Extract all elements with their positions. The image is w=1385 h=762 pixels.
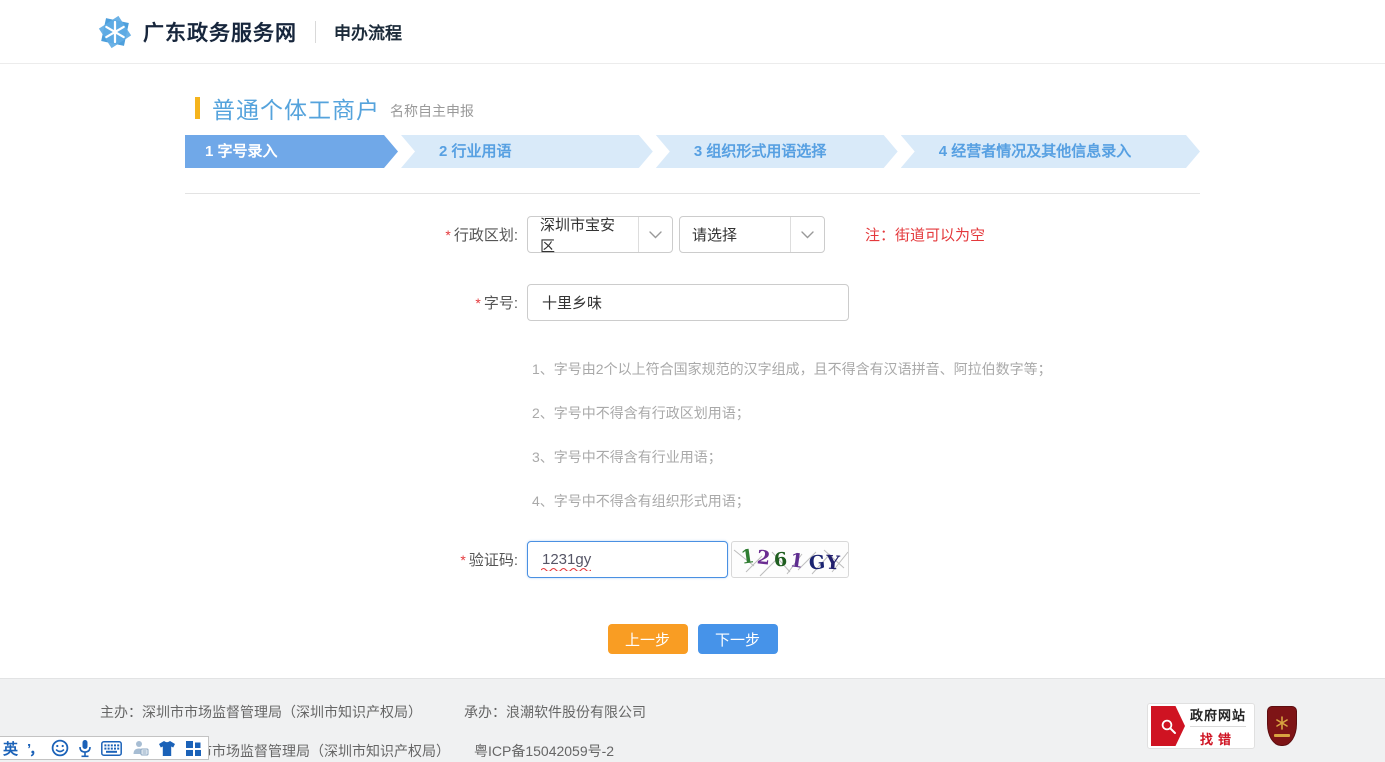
rule-item: 1、字号由2个以上符合国家规范的汉字组成，且不得含有汉语拼音、阿拉伯数字等； bbox=[532, 355, 1200, 383]
find-error-line1: 政府网站 bbox=[1190, 705, 1246, 724]
street-select[interactable]: 请选择 bbox=[679, 216, 825, 253]
app-header: 广东政务服务网 申办流程 bbox=[0, 0, 1385, 64]
ime-keyboard-icon[interactable] bbox=[101, 741, 122, 756]
title-accent-bar bbox=[195, 97, 200, 119]
shop-name-row: *字号: bbox=[185, 284, 1200, 321]
main-content: 普通个体工商户 名称自主申报 1 字号录入 2 行业用语 3 组织形式用语选择 … bbox=[185, 91, 1200, 654]
footer-host: 主办：深圳市市场监督管理局（深圳市知识产权局） bbox=[100, 704, 422, 720]
naming-rules: 1、字号由2个以上符合国家规范的汉字组成，且不得含有汉语拼音、阿拉伯数字等； 2… bbox=[532, 355, 1200, 515]
ime-toolbox-icon[interactable] bbox=[185, 740, 202, 757]
ime-skin-icon[interactable] bbox=[158, 740, 176, 757]
ime-handwriting-icon[interactable] bbox=[131, 739, 149, 757]
section-divider bbox=[185, 193, 1200, 194]
brand-logo-icon bbox=[97, 14, 133, 50]
badge-caption-bar bbox=[1274, 734, 1290, 737]
footer-icp[interactable]: 粤ICP备15042059号-2 bbox=[474, 743, 614, 759]
shop-name-input[interactable] bbox=[527, 284, 849, 321]
street-select-value: 请选择 bbox=[680, 224, 790, 245]
captcha-char: 6 bbox=[773, 548, 788, 571]
captcha-row: *验证码: bbox=[185, 541, 1200, 578]
chevron-down-icon bbox=[791, 231, 824, 239]
captcha-char: 1 bbox=[739, 545, 755, 569]
page-title-row: 普通个体工商户 名称自主申报 bbox=[185, 91, 1200, 125]
rule-item: 3、字号中不得含有行业用语； bbox=[532, 443, 1200, 471]
ime-mic-icon[interactable] bbox=[78, 739, 92, 758]
footer-undertaker: 承办：浪潮软件股份有限公司 bbox=[464, 704, 646, 720]
district-row: *行政区划: 深圳市宝安区 请选择 注：街道可以为空 bbox=[185, 216, 1200, 253]
captcha-char: 2 bbox=[756, 546, 771, 569]
shop-name-label-text: 字号: bbox=[484, 295, 518, 312]
spellcheck-wavy-underline bbox=[541, 567, 591, 571]
nav-title[interactable]: 申办流程 bbox=[334, 19, 402, 44]
prev-step-button[interactable]: 上一步 bbox=[608, 624, 688, 654]
ime-toolbar: 英 ’， bbox=[0, 736, 209, 760]
find-error-badge[interactable]: 政府网站 找错 bbox=[1147, 703, 1255, 749]
header-divider bbox=[315, 21, 316, 43]
required-mark: * bbox=[460, 552, 465, 568]
step-tab-3[interactable]: 3 组织形式用语选择 bbox=[656, 135, 898, 168]
captcha-label: *验证码: bbox=[185, 549, 527, 570]
next-step-button[interactable]: 下一步 bbox=[698, 624, 778, 654]
registration-form: *行政区划: 深圳市宝安区 请选择 注：街道可以为空 *字号: bbox=[185, 216, 1200, 654]
shop-name-label: *字号: bbox=[185, 292, 527, 313]
captcha-image[interactable]: 1 2 6 1 G Y bbox=[731, 541, 849, 578]
step-tab-4[interactable]: 4 经营者情况及其他信息录入 bbox=[901, 135, 1200, 168]
required-mark: * bbox=[445, 227, 450, 243]
city-select[interactable]: 深圳市宝安区 bbox=[527, 216, 673, 253]
required-mark: * bbox=[475, 295, 480, 311]
district-label-text: 行政区划: bbox=[454, 227, 518, 244]
form-actions: 上一步 下一步 bbox=[185, 624, 1200, 654]
rule-item: 2、字号中不得含有行政区划用语； bbox=[532, 399, 1200, 427]
step-tabs: 1 字号录入 2 行业用语 3 组织形式用语选择 4 经营者情况及其他信息录入 bbox=[185, 135, 1200, 168]
find-error-text: 政府网站 找错 bbox=[1190, 705, 1246, 748]
page-subtitle: 名称自主申报 bbox=[390, 101, 474, 121]
captcha-label-text: 验证码: bbox=[469, 552, 518, 569]
captcha-input-wrap bbox=[527, 541, 728, 578]
street-note: 注：街道可以为空 bbox=[865, 224, 985, 245]
ime-mode-icon[interactable]: 英 bbox=[3, 738, 18, 759]
captcha-input[interactable] bbox=[527, 541, 728, 578]
city-select-value: 深圳市宝安区 bbox=[528, 214, 638, 256]
find-error-line2: 找错 bbox=[1190, 726, 1246, 748]
ime-emoji-icon[interactable] bbox=[51, 739, 69, 757]
captcha-char: Y bbox=[825, 551, 840, 574]
chevron-down-icon bbox=[639, 231, 672, 239]
page-title: 普通个体工商户 bbox=[212, 91, 380, 125]
security-credit-badge-icon[interactable] bbox=[1267, 706, 1297, 746]
brand-title: 广东政务服务网 bbox=[143, 17, 297, 47]
district-label: *行政区划: bbox=[185, 224, 527, 245]
rule-item: 4、字号中不得含有组织形式用语； bbox=[532, 487, 1200, 515]
step-tab-2[interactable]: 2 行业用语 bbox=[401, 135, 653, 168]
step-tab-1[interactable]: 1 字号录入 bbox=[185, 135, 398, 168]
magnifier-flag-icon bbox=[1151, 706, 1185, 746]
ime-punctuation-icon[interactable]: ’， bbox=[27, 738, 42, 759]
footer-badges: 政府网站 找错 bbox=[1147, 703, 1297, 749]
captcha-char: G bbox=[808, 551, 826, 574]
